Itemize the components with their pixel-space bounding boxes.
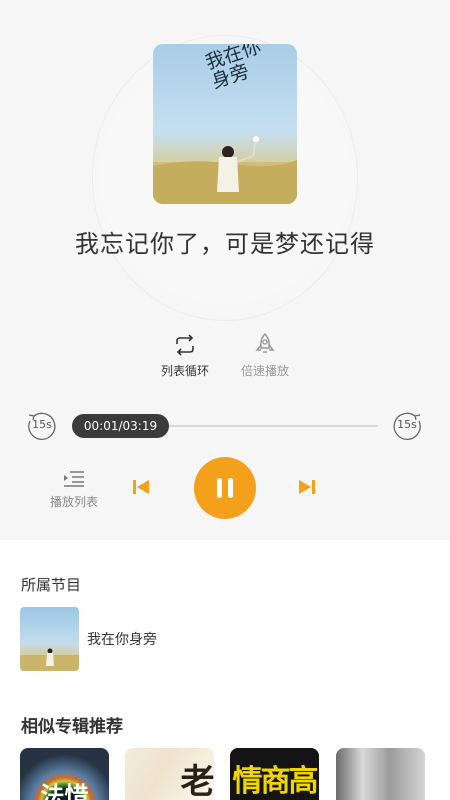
playback-speed-button[interactable]: 倍速播放	[235, 332, 295, 379]
similar-album-card[interactable]	[336, 748, 425, 800]
loop-mode-label: 列表循环	[160, 364, 209, 378]
similar-album-card[interactable]: 法惜	[20, 748, 109, 800]
program-thumbnail	[20, 607, 79, 671]
playlist-button[interactable]: 播放列表	[44, 470, 104, 510]
program-section-label: 所属节目	[21, 576, 82, 594]
skip-forward-15-button[interactable]: 15s	[390, 409, 424, 443]
pause-icon	[217, 478, 233, 498]
repeat-icon	[176, 334, 194, 356]
skip-forward-label: 15s	[397, 418, 417, 431]
program-thumbnail-scene	[20, 648, 79, 671]
rocket-icon	[255, 332, 275, 353]
player-panel: 我在你身旁 我忘记你了，可是梦还记得 列表循环 倍速播放 15s 00:01/0	[0, 0, 450, 540]
album-cover-text: 情商高	[232, 764, 319, 799]
details-panel: 所属节目 我在你身旁 相似专辑推荐 法惜 老 情商高	[0, 540, 450, 800]
album-cover-text: 老	[180, 762, 215, 800]
program-item[interactable]: 我在你身旁	[20, 607, 430, 671]
playlist-label: 播放列表	[49, 495, 98, 509]
album-cover: 我在你身旁	[153, 44, 297, 204]
playlist-icon	[64, 471, 84, 487]
similar-album-card[interactable]: 老	[125, 748, 214, 800]
track-title: 我忘记你了，可是梦还记得	[75, 230, 375, 258]
similar-album-card[interactable]: 情商高	[230, 748, 319, 800]
similar-albums-label: 相似专辑推荐	[21, 717, 123, 737]
program-name: 我在你身旁	[87, 632, 157, 648]
skip-previous-icon	[133, 480, 149, 494]
pause-button[interactable]	[194, 457, 256, 519]
skip-next-icon	[299, 480, 315, 494]
progress-thumb-time[interactable]: 00:01/03:19	[72, 414, 169, 438]
playback-speed-label: 倍速播放	[240, 364, 289, 378]
skip-back-label: 15s	[32, 418, 52, 431]
previous-track-button[interactable]	[130, 476, 152, 498]
loop-mode-button[interactable]: 列表循环	[155, 332, 215, 379]
skip-back-15-button[interactable]: 15s	[25, 409, 59, 443]
album-cover-text: 法惜	[40, 782, 89, 800]
next-track-button[interactable]	[296, 476, 318, 498]
